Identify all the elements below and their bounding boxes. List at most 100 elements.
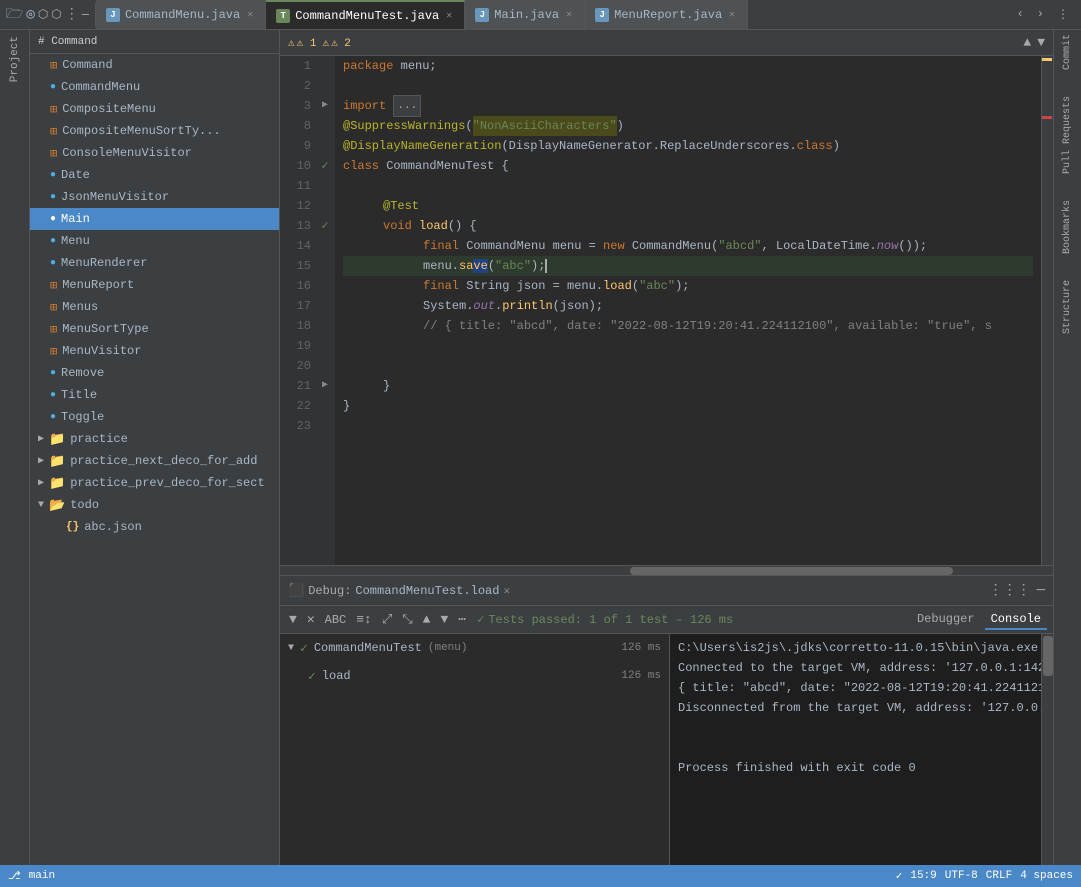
menus-icon: ⊞ (50, 300, 57, 315)
tab-close-commandmenu[interactable]: ✕ (245, 7, 255, 23)
test-result-icon: ✓ (477, 612, 484, 627)
group-label: practice_prev_deco_for_sect (70, 476, 264, 490)
test-package-label: (menu) (428, 642, 468, 654)
folder-icon[interactable]: 🗁 (6, 3, 23, 27)
sidebar-item-compositemenusortt[interactable]: ⊞ CompositeMenuSortTy... (30, 120, 279, 142)
debug-abc-btn[interactable]: ABC (322, 611, 350, 629)
debug-title-label: Debug: (308, 584, 351, 598)
code-line-2 (343, 76, 1033, 96)
warning-icon: ⚠ (288, 36, 295, 50)
sidebar-group-practice-prev[interactable]: ▶ 📁 practice_prev_deco_for_sect (30, 472, 279, 494)
group-label: todo (70, 498, 99, 512)
sidebar-item-commandmenu[interactable]: ● CommandMenu (30, 76, 279, 98)
tab-scroll-right[interactable]: › (1033, 5, 1048, 24)
commit-icon[interactable]: Commit (1062, 34, 1073, 70)
debugger-tab[interactable]: Debugger (911, 610, 981, 630)
git-branch[interactable]: main (29, 870, 55, 882)
tab-menureport[interactable]: J MenuReport.java ✕ (585, 0, 748, 29)
expand-icon[interactable]: ⬡ (38, 7, 48, 22)
structure-icon[interactable]: Structure (1062, 280, 1073, 334)
console-line-4: Disconnected from the target VM, address… (678, 698, 1033, 718)
sidebar-item-remove[interactable]: ● Remove (30, 362, 279, 384)
sidebar-item-menu[interactable]: ● Menu (30, 230, 279, 252)
code-line-15: menu.save("abc"); (343, 256, 1033, 276)
test-class-label: CommandMenuTest (314, 641, 422, 655)
debug-more-btn[interactable]: ⋯ (455, 610, 469, 629)
sidebar-item-command[interactable]: ⊞ Command (30, 54, 279, 76)
console-line-2: Connected to the target VM, address: '12… (678, 658, 1033, 678)
more-icon[interactable]: ⋮ (65, 6, 79, 23)
code-line-11 (343, 176, 1033, 196)
compositemenusortt-icon: ⊞ (50, 124, 57, 139)
code-line-14: final CommandMenu menu = new CommandMenu… (343, 236, 1033, 256)
console-tab[interactable]: Console (985, 610, 1047, 630)
minimize-icon[interactable]: ─ (82, 8, 89, 22)
sidebar-item-menureport[interactable]: ⊞ MenuReport (30, 274, 279, 296)
sidebar-item-jsonmenuvisitor[interactable]: ● JsonMenuVisitor (30, 186, 279, 208)
menusorttype-icon: ⊞ (50, 322, 57, 337)
tab-commandmenu[interactable]: J CommandMenu.java ✕ (96, 0, 266, 29)
menu-icon: ● (50, 236, 56, 247)
indent: 4 spaces (1020, 870, 1073, 882)
debug-left-item-load[interactable]: ✓ load 126 ms (280, 662, 669, 690)
debug-session-close[interactable]: ✕ (503, 584, 510, 598)
debug-clear-btn[interactable]: ✕ (304, 610, 318, 629)
test-load-time: 126 ms (621, 670, 661, 682)
target-icon[interactable]: ◎ (26, 6, 34, 23)
console-scrollbar[interactable] (1041, 634, 1053, 865)
tab-close-menureport[interactable]: ✕ (727, 7, 737, 23)
sidebar-group-practice[interactable]: ▶ 📁 practice (30, 428, 279, 450)
sidebar-group-practice-next[interactable]: ▶ 📁 practice_next_deco_for_add (30, 450, 279, 472)
debug-filter-btn[interactable]: ▼ (286, 610, 300, 629)
debug-more-icon[interactable]: ⋮⋮⋮ (989, 582, 1031, 599)
nav-down-icon[interactable]: ▼ (1037, 35, 1045, 50)
sidebar-item-main[interactable]: ● Main (30, 208, 279, 230)
json-icon: {} (66, 521, 79, 533)
sidebar-item-menusorttype[interactable]: ⊞ MenuSortType (30, 318, 279, 340)
sidebar-item-toggle[interactable]: ● Toggle (30, 406, 279, 428)
sidebar-item-compositemenu[interactable]: ⊞ CompositeMenu (30, 98, 279, 120)
code-line-23 (343, 416, 1033, 436)
sidebar-item-title[interactable]: ● Title (30, 384, 279, 406)
debug-minimize-icon[interactable]: ─ (1037, 583, 1045, 599)
debug-icon: ⬛ (288, 583, 304, 598)
sidebar-item-label: MenuRenderer (61, 256, 147, 270)
sidebar-item-menuvisitor[interactable]: ⊞ MenuVisitor (30, 340, 279, 362)
debug-collapse-btn[interactable]: ⤡ (399, 610, 415, 629)
sidebar-item-label: Title (61, 388, 97, 402)
tab-close-commandmenutest[interactable]: ✕ (444, 8, 454, 24)
bookmarks-icon[interactable]: Bookmarks (1062, 200, 1073, 254)
tab-main[interactable]: J Main.java ✕ (465, 0, 585, 29)
sidebar-item-menus[interactable]: ⊞ Menus (30, 296, 279, 318)
debug-up-btn[interactable]: ▲ (420, 610, 434, 629)
sidebar-item-abc-json[interactable]: {} abc.json (30, 516, 279, 538)
collapse-icon[interactable]: ⬡ (51, 7, 61, 22)
sidebar-item-label: Command (62, 58, 112, 72)
tab-close-main[interactable]: ✕ (564, 7, 574, 23)
folder-icon: 📂 (49, 498, 65, 513)
editor-scrollbar[interactable] (280, 565, 1053, 575)
status-bar: ⎇ main ✓ 15:9 UTF-8 CRLF 4 spaces (0, 865, 1081, 887)
code-line-22: } (343, 396, 1033, 416)
debug-down-btn[interactable]: ▼ (437, 610, 451, 629)
sidebar-item-label: Toggle (61, 410, 104, 424)
nav-up-icon[interactable]: ▲ (1023, 35, 1031, 50)
error-stripe (1041, 56, 1053, 565)
pullreq-icon[interactable]: Pull Requests (1062, 96, 1073, 174)
debug-panel: ⬛ Debug: CommandMenuTest.load ✕ ⋮⋮⋮ ─ ▼ … (280, 575, 1053, 865)
sidebar-item-consolemenuvisitor[interactable]: ⊞ ConsoleMenuVisitor (30, 142, 279, 164)
project-icon[interactable]: Project (9, 36, 21, 82)
tab-bar: 🗁 ◎ ⬡ ⬡ ⋮ ─ J CommandMenu.java ✕ T Comma… (0, 0, 1081, 30)
console-line-1: C:\Users\is2js\.jdks\corretto-11.0.15\bi… (678, 638, 1033, 658)
debug-expand-btn[interactable]: ⤢ (379, 610, 395, 629)
debug-left-item-commandmenutest[interactable]: ▼ ✓ CommandMenuTest (menu) 126 ms (280, 634, 669, 662)
sidebar-item-menurenderer[interactable]: ● MenuRenderer (30, 252, 279, 274)
tab-scroll-left[interactable]: ‹ (1013, 5, 1028, 24)
sidebar-group-todo[interactable]: ▼ 📂 todo (30, 494, 279, 516)
sidebar-item-date[interactable]: ● Date (30, 164, 279, 186)
code-editor[interactable]: package menu; import ... @SuppressWarnin… (335, 56, 1041, 565)
console-line-5 (678, 718, 1033, 738)
tab-more[interactable]: ⋮ (1053, 5, 1073, 24)
debug-sort-btn[interactable]: ≡↕ (353, 610, 375, 629)
tab-commandmenutest[interactable]: T CommandMenuTest.java ✕ (266, 0, 465, 29)
